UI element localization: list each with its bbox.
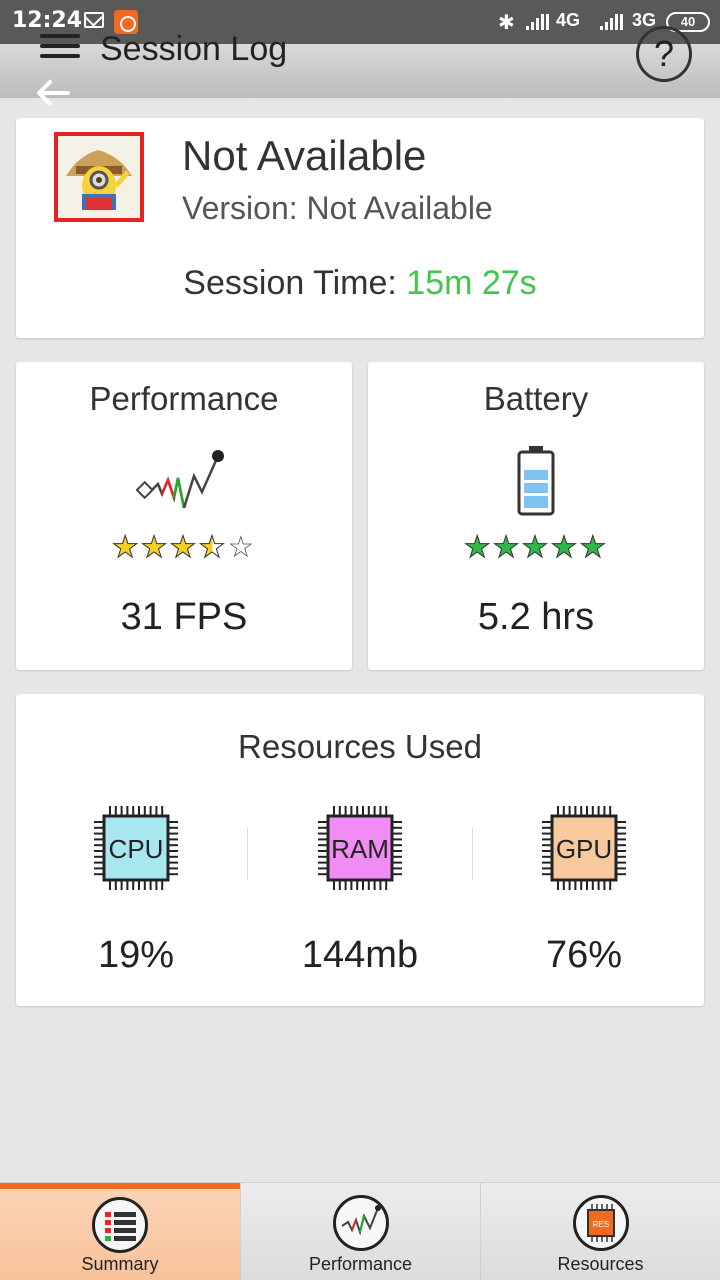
session-time-label: Session Time: (183, 264, 397, 302)
ram-usage-value: 144mb (301, 934, 419, 976)
network-type-1: 4G (556, 10, 581, 30)
performance-card[interactable]: Performance ★★★★☆ 31 FPS (16, 362, 352, 670)
star-icon: ★ (550, 531, 580, 565)
resources-chip-icon: RES (573, 1195, 629, 1251)
star-icon: ★ (521, 531, 551, 565)
tab-resources-label: Resources (557, 1254, 644, 1274)
chip-label: RAM (331, 834, 389, 864)
app-version: Version: Not Available (182, 190, 493, 226)
battery-rating: ★★★★★ (368, 530, 704, 565)
gpu-chip-icon: GPU (538, 802, 630, 894)
star-icon: ★ (169, 531, 199, 565)
cpu-usage-value: 19% (97, 934, 175, 976)
battery-icon (516, 444, 556, 523)
signal-icon-2 (600, 14, 624, 30)
divider (472, 828, 473, 880)
resources-icon-text: RES (593, 1220, 609, 1229)
signal-icon-1 (526, 14, 550, 30)
ram-chip-icon: RAM (314, 802, 406, 894)
tab-performance-label: Performance (308, 1254, 413, 1274)
performance-graph-icon (333, 1195, 389, 1251)
resources-title: Resources Used (238, 728, 482, 765)
app-bar: Session Log ? (0, 26, 720, 106)
star-icon: ★ (140, 531, 170, 565)
status-time: 12:24 (12, 8, 83, 33)
battery-hours: 5.2 hrs (477, 596, 595, 638)
back-arrow-icon[interactable] (34, 78, 70, 108)
bottom-navigation: Summary Performance RES Resources (0, 1182, 720, 1280)
star-icon: ★ (463, 531, 493, 565)
app-info-card: Not Available Version: Not Available Ses… (16, 118, 704, 338)
chip-label: GPU (556, 834, 612, 864)
performance-rating: ★★★★☆ (16, 530, 352, 565)
performance-fps: 31 FPS (120, 596, 248, 638)
gpu-usage-value: 76% (545, 934, 623, 976)
mail-icon (84, 12, 104, 28)
app-name: Not Available (182, 132, 427, 179)
session-time: Session Time: 15m 27s (16, 264, 704, 303)
app-icon (54, 132, 144, 222)
tab-summary[interactable]: Summary (0, 1183, 240, 1280)
help-button[interactable]: ? (636, 26, 692, 82)
star-icon: ★ (198, 531, 228, 565)
cpu-chip-icon: CPU (90, 802, 182, 894)
star-icon: ☆ (227, 531, 257, 564)
page-title: Session Log (100, 30, 288, 68)
star-icon: ★ (111, 531, 141, 565)
tab-resources[interactable]: RES Resources (480, 1183, 720, 1280)
performance-title: Performance (89, 380, 279, 417)
summary-list-icon (92, 1197, 148, 1253)
resources-card[interactable]: Resources Used CPU RAM GPU 19% 144mb 76% (16, 694, 704, 1006)
star-icon: ★ (492, 531, 522, 565)
chip-label: CPU (109, 834, 164, 864)
session-time-value: 15m 27s (406, 264, 537, 302)
performance-graph-icon (135, 448, 232, 523)
divider (247, 828, 248, 880)
bluetooth-icon: ✱ (498, 12, 515, 34)
star-icon: ★ (579, 531, 609, 565)
battery-card[interactable]: Battery ★★★★★ 5.2 hrs (368, 362, 704, 670)
battery-title: Battery (483, 380, 589, 417)
tab-summary-label: Summary (81, 1254, 159, 1274)
tab-performance[interactable]: Performance (240, 1183, 480, 1280)
menu-icon[interactable] (40, 34, 80, 66)
